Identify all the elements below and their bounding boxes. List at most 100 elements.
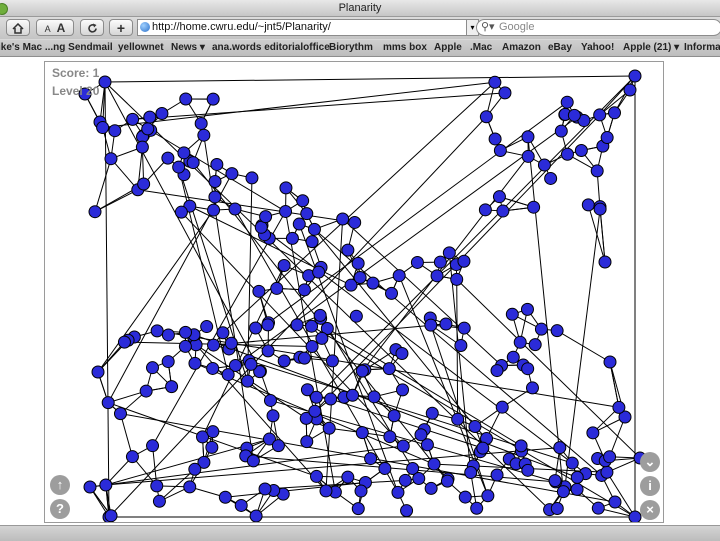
graph-node[interactable] (151, 480, 163, 492)
graph-node[interactable] (127, 113, 139, 125)
graph-node[interactable] (613, 401, 625, 413)
graph-node[interactable] (367, 277, 379, 289)
graph-node[interactable] (551, 503, 563, 515)
graph-node[interactable] (575, 145, 587, 157)
bookmark-item[interactable]: Apple (434, 40, 462, 56)
graph-node[interactable] (538, 159, 550, 171)
graph-node[interactable] (259, 483, 271, 495)
graph-node[interactable] (349, 216, 361, 228)
graph-node[interactable] (594, 203, 606, 215)
graph-node[interactable] (521, 303, 533, 315)
graph-node[interactable] (379, 462, 391, 474)
graph-node[interactable] (522, 363, 534, 375)
graph-node[interactable] (278, 355, 290, 367)
graph-node[interactable] (313, 266, 325, 278)
graph-node[interactable] (469, 420, 481, 432)
graph-node[interactable] (219, 491, 231, 503)
graph-node[interactable] (89, 206, 101, 218)
graph-node[interactable] (151, 325, 163, 337)
graph-node[interactable] (392, 486, 404, 498)
graph-node[interactable] (323, 422, 335, 434)
graph-node[interactable] (515, 440, 527, 452)
graph-node[interactable] (471, 502, 483, 514)
graph-node[interactable] (494, 144, 506, 156)
graph-node[interactable] (489, 76, 501, 88)
graph-node[interactable] (514, 336, 526, 348)
graph-node[interactable] (166, 381, 178, 393)
info-button[interactable]: i (640, 476, 660, 496)
graph-node[interactable] (195, 117, 207, 129)
graph-node[interactable] (568, 109, 580, 121)
graph-node[interactable] (413, 473, 425, 485)
graph-node[interactable] (609, 107, 621, 119)
graph-node[interactable] (250, 322, 262, 334)
graph-node[interactable] (587, 427, 599, 439)
bookmark-item[interactable]: News ▾ (171, 40, 205, 56)
graph-node[interactable] (557, 486, 569, 498)
graph-node[interactable] (356, 427, 368, 439)
graph-node[interactable] (352, 257, 364, 269)
up-button[interactable]: ↑ (50, 475, 70, 495)
graph-node[interactable] (314, 309, 326, 321)
graph-node[interactable] (522, 131, 534, 143)
graph-node[interactable] (411, 256, 423, 268)
graph-node[interactable] (566, 457, 578, 469)
graph-node[interactable] (229, 203, 241, 215)
graph-canvas[interactable] (45, 62, 663, 522)
graph-node[interactable] (479, 204, 491, 216)
graph-node[interactable] (592, 502, 604, 514)
graph-node[interactable] (326, 355, 338, 367)
bookmark-item[interactable]: yellownet (118, 40, 164, 56)
graph-node[interactable] (222, 369, 234, 381)
graph-node[interactable] (397, 384, 409, 396)
graph-node[interactable] (440, 318, 452, 330)
graph-node[interactable] (342, 244, 354, 256)
graph-node[interactable] (267, 410, 279, 422)
bookmark-item[interactable]: Informa (684, 40, 720, 56)
graph-node[interactable] (189, 357, 201, 369)
graph-node[interactable] (201, 321, 213, 333)
graph-node[interactable] (393, 270, 405, 282)
graph-node[interactable] (235, 499, 247, 511)
graph-node[interactable] (458, 255, 470, 267)
close-button[interactable]: × (640, 500, 660, 520)
graph-node[interactable] (528, 201, 540, 213)
graph-node[interactable] (207, 362, 219, 374)
graph-node[interactable] (397, 440, 409, 452)
game-board[interactable] (44, 61, 664, 523)
graph-node[interactable] (356, 365, 368, 377)
graph-node[interactable] (162, 329, 174, 341)
graph-node[interactable] (549, 475, 561, 487)
graph-node[interactable] (144, 111, 156, 123)
graph-node[interactable] (441, 475, 453, 487)
graph-node[interactable] (126, 451, 138, 463)
graph-node[interactable] (451, 273, 463, 285)
graph-node[interactable] (415, 429, 427, 441)
graph-node[interactable] (301, 436, 313, 448)
graph-node[interactable] (482, 490, 494, 502)
graph-node[interactable] (465, 466, 477, 478)
graph-node[interactable] (601, 132, 613, 144)
graph-node[interactable] (325, 393, 337, 405)
graph-node[interactable] (477, 442, 489, 454)
graph-node[interactable] (208, 204, 220, 216)
graph-node[interactable] (209, 191, 221, 203)
graph-node[interactable] (142, 123, 154, 135)
graph-node[interactable] (347, 389, 359, 401)
graph-node[interactable] (153, 495, 165, 507)
graph-node[interactable] (118, 336, 130, 348)
graph-node[interactable] (396, 347, 408, 359)
graph-node[interactable] (384, 431, 396, 443)
graph-node[interactable] (401, 505, 413, 517)
graph-node[interactable] (316, 332, 328, 344)
graph-node[interactable] (99, 76, 111, 88)
bookmark-item[interactable]: ana.words editorialoffice (212, 40, 330, 56)
graph-node[interactable] (286, 232, 298, 244)
graph-node[interactable] (342, 471, 354, 483)
graph-node[interactable] (309, 405, 321, 417)
graph-node[interactable] (599, 256, 611, 268)
graph-node[interactable] (280, 205, 292, 217)
graph-node[interactable] (310, 391, 322, 403)
graph-node[interactable] (162, 356, 174, 368)
graph-node[interactable] (604, 451, 616, 463)
